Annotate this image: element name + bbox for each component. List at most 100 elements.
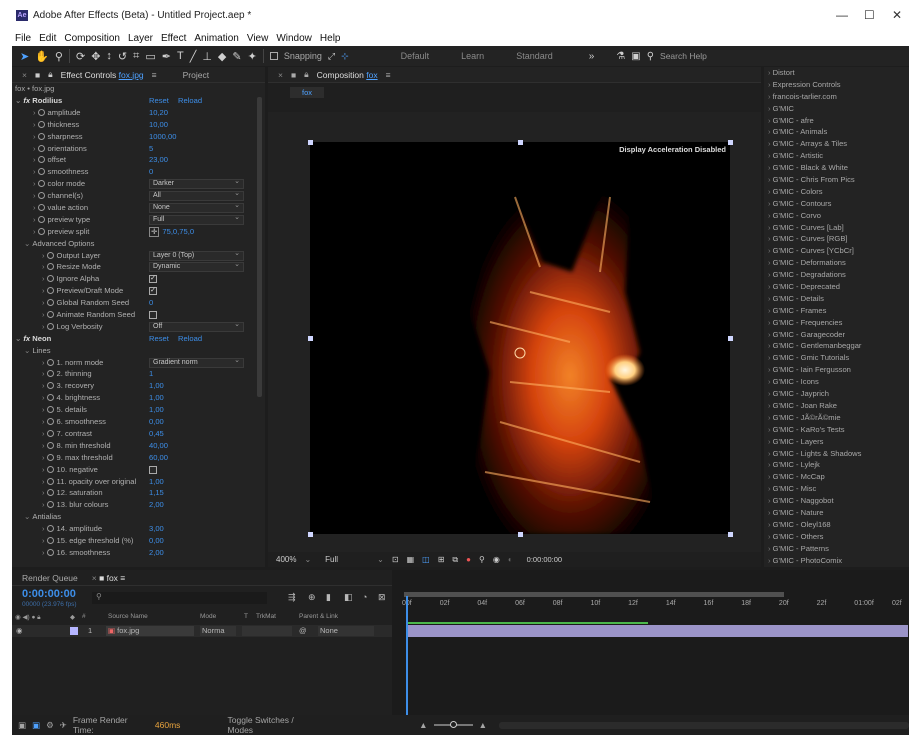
property-value[interactable]: 40,00 xyxy=(149,440,168,452)
effect-property-row[interactable]: › 8. min threshold 40,00 xyxy=(12,440,265,452)
menu-animation[interactable]: Animation xyxy=(194,33,238,44)
layer-mode-select[interactable]: Norma xyxy=(200,626,236,636)
panel-menu-icon[interactable]: ■ xyxy=(35,70,40,80)
effects-category-item[interactable]: G'MIC - Animals xyxy=(764,126,909,138)
effect-property-row[interactable]: › 7. contrast 0,45 xyxy=(12,428,265,440)
property-value[interactable]: 0,00 xyxy=(149,535,164,547)
effects-category-item[interactable]: Distort xyxy=(764,67,909,79)
property-value[interactable]: 0,00 xyxy=(149,416,164,428)
effect-property-row[interactable]: › color mode Darker xyxy=(12,178,265,190)
effects-category-item[interactable]: G'MIC - Arrays & Tiles xyxy=(764,138,909,150)
property-dropdown[interactable]: Layer 0 (Top) xyxy=(149,250,244,261)
effect-property-row[interactable]: › 14. amplitude 3,00 xyxy=(12,523,265,535)
effects-category-item[interactable]: G'MIC - JÃ©rÃ©mie xyxy=(764,412,909,424)
comp-subtab[interactable]: fox xyxy=(290,87,324,98)
zoom-out-icon[interactable]: ▲ xyxy=(419,720,427,730)
effects-category-item[interactable]: G'MIC - Naggobot xyxy=(764,495,909,507)
selection-tool-icon[interactable]: ➤ xyxy=(20,50,29,63)
property-value[interactable]: 2,00 xyxy=(149,547,164,559)
effects-category-item[interactable]: G'MIC - Corvo xyxy=(764,210,909,222)
snap-features-icon[interactable]: ⊹ xyxy=(341,51,349,62)
effect-property-row[interactable]: ⌄ Antialias xyxy=(12,511,265,523)
effect-property-row[interactable]: › Global Random Seed 0 xyxy=(12,297,265,309)
effects-category-item[interactable]: G'MIC - Layers xyxy=(764,436,909,448)
puppet-tool-icon[interactable]: ✦ xyxy=(248,50,257,63)
zoom-in-icon[interactable]: ▲ xyxy=(479,720,487,730)
zoom-select[interactable]: 400% xyxy=(276,555,296,564)
effect-property-row[interactable]: › 16. smoothness 2,00 xyxy=(12,547,265,559)
maximize-button[interactable]: ☐ xyxy=(864,8,875,22)
resolution-select[interactable]: Full xyxy=(325,555,369,564)
transform-handle[interactable] xyxy=(728,140,733,145)
property-value[interactable]: 1,15 xyxy=(149,487,164,499)
property-value[interactable]: 1,00 xyxy=(149,392,164,404)
graph-editor-icon[interactable]: ⊠ xyxy=(378,592,386,603)
effects-category-item[interactable]: G'MIC - Degradations xyxy=(764,269,909,281)
toggle-switches-modes[interactable]: Toggle Switches / Modes xyxy=(228,715,320,735)
property-dropdown[interactable]: Gradient norm xyxy=(149,357,244,368)
snapshot-icon[interactable]: ◉ xyxy=(493,555,500,564)
property-dropdown[interactable]: Dynamic xyxy=(149,261,244,273)
effect-property-row[interactable]: › Output Layer Layer 0 (Top) xyxy=(12,250,265,262)
effects-category-item[interactable]: G'MIC - Deformations xyxy=(764,257,909,269)
effects-category-item[interactable]: G'MIC - Curves [Lab] xyxy=(764,222,909,234)
channel-icon[interactable]: ⧉ xyxy=(452,555,458,565)
parent-select[interactable]: None xyxy=(318,626,374,636)
effects-category-item[interactable]: G'MIC - KaRo's Tests xyxy=(764,424,909,436)
effects-category-item[interactable]: G'MIC - Gmic Tutorials xyxy=(764,352,909,364)
property-value[interactable]: 1000,00 xyxy=(149,131,176,143)
layer-name[interactable]: ▣ fox.jpg xyxy=(106,626,194,636)
effects-category-item[interactable]: G'MIC - afre xyxy=(764,115,909,127)
layer-row[interactable]: ◉ 1 ▣ fox.jpg Norma @ None xyxy=(12,625,392,637)
region-of-interest-icon[interactable]: ⊡ xyxy=(392,555,399,564)
time-ruler[interactable]: 00f02f04f06f08f10f12f14f16f18f20f22f01:0… xyxy=(394,570,909,615)
effect-property-row[interactable]: › preview split ✛ 75,0,75,0 xyxy=(12,226,265,238)
status-icon[interactable]: ▣ xyxy=(18,720,26,731)
workspace-standard[interactable]: Standard xyxy=(516,51,553,61)
orbit-tool-icon[interactable]: ⟳ xyxy=(76,50,85,63)
comp-canvas[interactable]: Display Acceleration Disabled xyxy=(310,142,730,534)
property-checkbox[interactable] xyxy=(149,311,157,320)
property-dropdown[interactable]: Darker xyxy=(149,178,244,190)
effects-category-item[interactable]: G'MIC - Jayprich xyxy=(764,388,909,400)
motion-blur-icon[interactable]: ◔ xyxy=(362,592,367,602)
property-value[interactable]: 10,20 xyxy=(149,107,168,119)
anchor-tool-icon[interactable]: ⌗ xyxy=(133,50,139,63)
rotate-tool-icon[interactable]: ↺ xyxy=(118,50,127,63)
effect-property-row[interactable]: › channel(s) All xyxy=(12,190,265,202)
transform-handle[interactable] xyxy=(308,532,313,537)
property-checkbox[interactable]: ✓ xyxy=(149,287,157,296)
effects-category-item[interactable]: G'MIC - Gentlemanbeggar xyxy=(764,340,909,352)
effect-property-row[interactable]: › 12. saturation 1,15 xyxy=(12,487,265,499)
col-mode[interactable]: Mode xyxy=(200,613,216,620)
menu-composition[interactable]: Composition xyxy=(64,33,120,44)
effect-property-row[interactable]: › thickness 10,00 xyxy=(12,119,265,131)
col-parent[interactable]: Parent & Link xyxy=(299,613,338,620)
current-time[interactable]: 0:00:00:00 xyxy=(22,588,76,600)
mask-visibility-icon[interactable]: ◫ xyxy=(422,555,430,564)
dolly-tool-icon[interactable]: ↕ xyxy=(106,50,112,62)
effect-property-row[interactable]: › Preview/Draft Mode ✓ xyxy=(12,285,265,297)
type-tool-icon[interactable]: T xyxy=(177,50,184,62)
col-trkmat[interactable]: TrkMat xyxy=(256,613,276,620)
shy-icon[interactable]: ▮ xyxy=(326,592,331,603)
workspace-more-button[interactable]: » xyxy=(589,51,595,62)
effects-category-item[interactable]: G'MIC - Lylejk xyxy=(764,459,909,471)
timeline-track-area[interactable]: 00f02f04f06f08f10f12f14f16f18f20f22f01:0… xyxy=(394,570,909,735)
menu-edit[interactable]: Edit xyxy=(39,33,56,44)
menu-layer[interactable]: Layer xyxy=(128,33,153,44)
pickwhip-icon[interactable]: @ xyxy=(299,625,307,637)
property-value[interactable]: 23,00 xyxy=(149,154,168,166)
effect-property-row[interactable]: ⌄ fx Neon Reset Reload xyxy=(12,333,265,345)
property-value[interactable]: 1 xyxy=(149,368,153,380)
effect-property-row[interactable]: › Animate Random Seed xyxy=(12,309,265,321)
effects-category-item[interactable]: G'MIC - Curves [YCbCr] xyxy=(764,245,909,257)
tab-effect-controls[interactable]: Effect Controls fox.jpg xyxy=(61,70,144,80)
draft-3d-icon[interactable]: ⊕ xyxy=(308,592,316,603)
snap-edges-icon[interactable]: ⤢ xyxy=(328,51,335,62)
property-dropdown[interactable]: Off xyxy=(149,321,244,332)
effect-property-row[interactable]: › orientations 5 xyxy=(12,143,265,155)
effects-category-item[interactable]: G'MIC - Artistic xyxy=(764,150,909,162)
property-dropdown[interactable]: Full xyxy=(149,214,244,225)
effects-category-item[interactable]: G'MIC - Curves [RGB] xyxy=(764,233,909,245)
